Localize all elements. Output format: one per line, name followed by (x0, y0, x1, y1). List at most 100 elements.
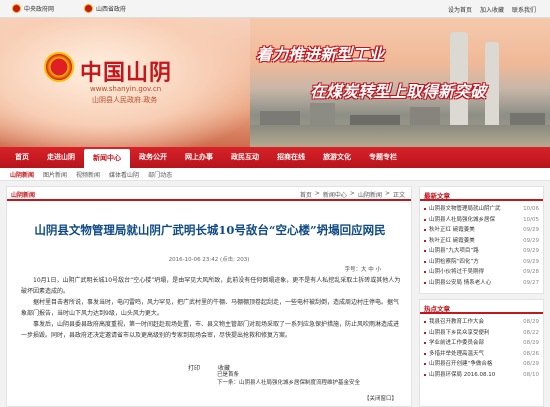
list-item-text: 秋叶正红 碗霞姜美 (429, 237, 475, 244)
list-item-text: 学业前进工作委员会部 (429, 340, 485, 346)
list-item-text: 山阴县召开创建“争做合格 (429, 361, 493, 367)
list-item[interactable]: 我县召开教育工作大会 08/29 (424, 317, 539, 328)
nav-item-about[interactable]: 走进山阴 (38, 147, 84, 168)
site-url: www.shanyin.gov.cn (90, 85, 162, 93)
subnav-item-photo-news[interactable]: 图片新闻 (43, 170, 67, 179)
list-item-text: 山阴县人社局强化城乡居保 (429, 216, 496, 223)
article-paragraph: 10月1日，山阴广武明长城10号敌台“空心楼”坍塌，是由罕见大风所致，此前没有任… (21, 277, 401, 295)
latest-articles-list: 山阴县文物管理局就山阴广武 10/06 山阴县人社局强化城乡居保 10/05 秋叶正… (420, 201, 543, 291)
central-gov-label: 中央政府网 (24, 6, 55, 13)
font-size-switcher[interactable]: 字号：大 中 小 (345, 265, 382, 273)
list-item-text: 山阴县下乡民众享受便利 (429, 329, 490, 336)
add-favorite-link[interactable]: 加入收藏 (480, 5, 504, 14)
top-bar: 中央政府网 山西省政府 设为首页 加入收藏 联系我们 (0, 0, 550, 18)
list-item[interactable]: 山阴县人社局强化城乡居保 10/05 (424, 214, 539, 225)
list-item-date: 08/10 (521, 369, 539, 380)
nav-item-gov-affairs[interactable]: 政务公开 (130, 147, 176, 168)
breadcrumb-local-news[interactable]: 山阴新闻 (358, 190, 382, 199)
print-button[interactable]: 打印 (188, 365, 200, 372)
list-item-date: 09/29 (521, 246, 539, 257)
hot-articles-title: 热点文章 (424, 305, 450, 313)
breadcrumb-home[interactable]: 首页 (300, 190, 312, 199)
set-homepage-link[interactable]: 设为首页 (448, 5, 472, 14)
prev-next-links: 已是首条 下一条：山阴县人社局强化城乡居保制度流程维护基金安全 (217, 371, 360, 387)
article-paragraph: 据村里目击者所说，事发当时，电闪雷鸣，风力罕见，把广武村里的牛棚、马棚棚顶卷起刮… (21, 299, 400, 317)
breadcrumb: 首页 > 新闻中心 > 山阴新闻 > 正文 (300, 190, 405, 199)
latest-articles-header: 最新文章 (420, 187, 543, 201)
list-item-text: 山阴县“九大项目”路 (429, 248, 479, 254)
subnav-item-video-news[interactable]: 视频新闻 (76, 170, 100, 179)
contact-us-link[interactable]: 联系我们 (512, 5, 536, 14)
site-name: 中国山阴 (80, 60, 173, 86)
nav-item-investment[interactable]: 招商在线 (268, 147, 314, 168)
list-item-date: 09/29 (521, 235, 539, 246)
nav-item-special[interactable]: 专题专栏 (360, 147, 406, 168)
article-panel-header: 山阴新闻 首页 > 新闻中心 > 山阴新闻 > 正文 (7, 187, 411, 201)
sub-nav: 山阴新闻 图片新闻 视频新闻 媒体看山阴 部门动态 (0, 168, 550, 181)
nav-item-tourism[interactable]: 旅游文化 (314, 147, 360, 168)
hot-articles-box: 热点文章 我县召开教育工作大会 08/29 山阴县下乡民众享受便利 08/22 学业… (419, 299, 544, 407)
article-title: 山阴县文物管理局就山阴广武明长城10号敌台“空心楼”坍塌回应网民 (34, 223, 386, 237)
list-item[interactable]: 秋叶正红 碗霞姜美 09/29 (424, 225, 539, 236)
list-item[interactable]: 山阴县环保局 2016.08.10 08/10 (424, 369, 539, 380)
national-emblem-icon (44, 52, 74, 82)
hot-articles-list: 我县召开教育工作大会 08/29 山阴县下乡民众享受便利 08/22 学业前进工作委… (420, 314, 543, 383)
national-emblem-icon (84, 4, 93, 13)
cooling-tower (485, 42, 499, 127)
list-item-date: 08/29 (521, 317, 539, 328)
list-item[interactable]: 山阴县“九大项目”路 09/29 (424, 246, 539, 257)
list-item-text: 秋叶正红 碗霞姜美 (429, 227, 475, 233)
breadcrumb-separator: > (349, 190, 355, 197)
list-item[interactable]: 山阴小伙将过干吴刚得 09/28 (424, 267, 539, 278)
breadcrumb-news-center[interactable]: 新闻中心 (323, 190, 347, 199)
list-item-date: 09/27 (521, 277, 539, 288)
nav-item-news[interactable]: 新闻中心 (84, 149, 130, 168)
nav-item-interaction[interactable]: 政民互动 (222, 147, 268, 168)
list-item-text: 多措并举处理高温天气 (429, 350, 485, 357)
banner-slogan-line1: 着力推进新型工业 (256, 45, 385, 64)
shanxi-gov-link[interactable]: 山西省政府 (84, 4, 126, 13)
article-panel: 山阴新闻 首页 > 新闻中心 > 山阴新闻 > 正文 山阴县文物管理局就山阴广武… (6, 186, 412, 407)
list-item[interactable]: 山阴县召开创建“争做合格 08/29 (424, 359, 539, 370)
list-item[interactable]: 山阴县文物管理局就山阴广武 10/06 (424, 204, 539, 215)
breadcrumb-separator: > (384, 190, 390, 197)
list-item[interactable]: 山阴县公安局 情系老人心 09/27 (424, 277, 539, 288)
list-item-date: 09/29 (521, 225, 539, 236)
national-emblem-icon (12, 4, 21, 13)
nav-item-home[interactable]: 首页 (6, 147, 38, 168)
list-item-date: 08/29 (521, 359, 539, 370)
list-item-text: 山阴小伙将过干吴刚得 (429, 269, 485, 275)
next-article-link[interactable]: 下一条：山阴县人社局强化城乡居保制度流程维护基金安全 (217, 379, 360, 387)
section-tab: 山阴新闻 (11, 190, 35, 199)
sidebar: 最新文章 山阴县文物管理局就山阴广武 10/06 山阴县人社局强化城乡居保 10/0… (419, 186, 544, 407)
list-item-date: 08/26 (521, 348, 539, 359)
banner-road (250, 125, 550, 147)
subnav-item-dept-news[interactable]: 部门动态 (148, 170, 172, 179)
list-item[interactable]: 多措并举处理高温天气 08/26 (424, 348, 539, 359)
breadcrumb-current: 正文 (392, 192, 405, 199)
list-item-text: 山阴县公安局 情系老人心 (429, 279, 492, 286)
site-subtitle: 山阴县人民政府.政务 (92, 96, 158, 104)
top-links: 设为首页 加入收藏 联系我们 (448, 5, 536, 14)
list-item-date: 08/29 (521, 338, 539, 349)
list-item-date: 09/28 (521, 267, 539, 278)
list-item[interactable]: 山阴检察院“四化”方 09/29 (424, 256, 539, 267)
list-item[interactable]: 学业前进工作委员会部 08/29 (424, 338, 539, 349)
latest-articles-box: 最新文章 山阴县文物管理局就山阴广武 10/06 山阴县人社局强化城乡居保 10/0… (419, 186, 544, 294)
list-item-text: 山阴检察院“四化”方 (429, 258, 479, 265)
nav-item-online-service[interactable]: 网上办事 (176, 147, 222, 168)
banner-slogan-line2: 在煤炭转型上取得新突破 (310, 82, 487, 101)
list-item-date: 09/29 (521, 256, 539, 267)
list-item-text: 山阴县环保局 2016.08.10 (429, 371, 496, 378)
subnav-item-media[interactable]: 媒体看山阴 (109, 170, 139, 179)
subnav-item-local-news[interactable]: 山阴新闻 (10, 170, 34, 179)
site-banner: 中国山阴 www.shanyin.gov.cn 山阴县人民政府.政务 着力推进新… (0, 18, 550, 147)
central-gov-link[interactable]: 中央政府网 (12, 4, 54, 13)
list-item-text: 我县召开教育工作大会 (429, 319, 485, 325)
list-item[interactable]: 山阴县下乡民众享受便利 08/22 (424, 327, 539, 338)
close-window-button[interactable]: 【关闭窗口】 (364, 394, 397, 402)
hot-articles-header: 热点文章 (420, 300, 543, 314)
article-body: 10月1日，山阴广武明长城10号敌台“空心楼”坍塌，是由罕见大风所致，此前没有任… (21, 275, 401, 341)
list-item[interactable]: 秋叶正红 碗霞姜美 09/29 (424, 235, 539, 246)
article-meta: 2016-10-06 23:42 (点击: 203) (168, 257, 250, 263)
